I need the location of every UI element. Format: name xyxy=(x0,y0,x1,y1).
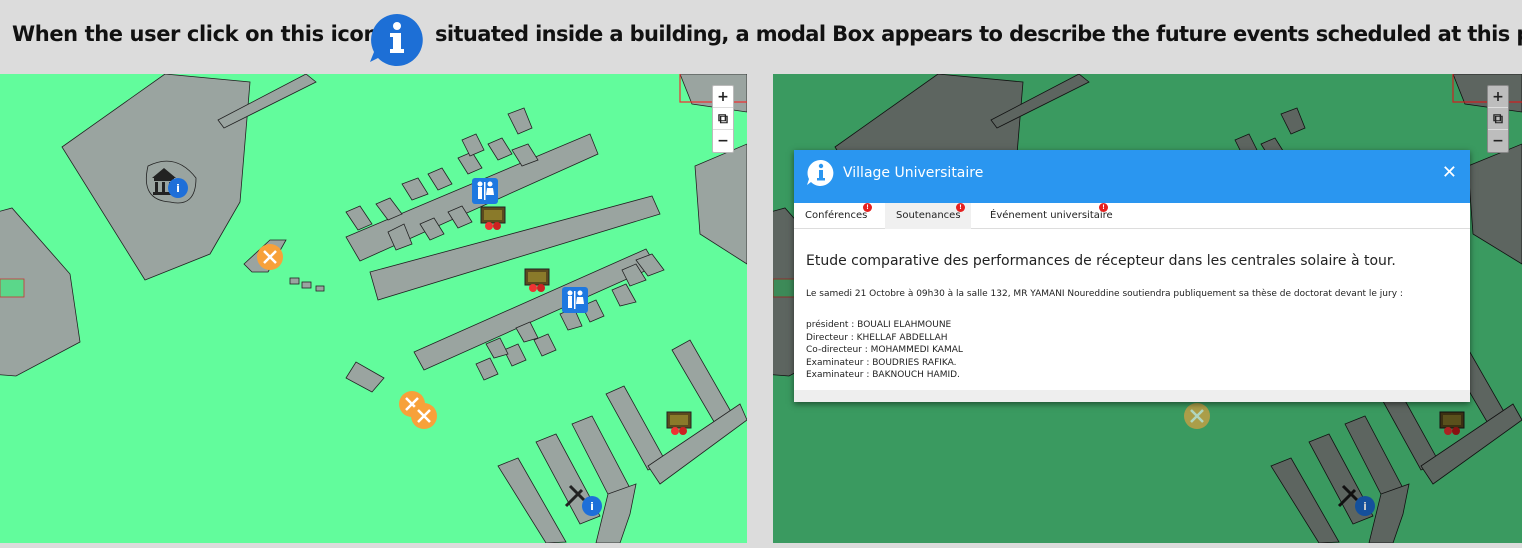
info-bubble-icon xyxy=(370,14,423,66)
zoom-control-dimmed: + ⧉ − xyxy=(1487,85,1509,153)
toilets-icon[interactable] xyxy=(472,178,498,204)
notification-badge: ! xyxy=(863,203,872,212)
map-view-before[interactable]: i i + ⧉ − xyxy=(0,74,747,543)
zoom-control: + ⧉ − xyxy=(712,85,734,153)
caption-text-before: When the user click on this icone xyxy=(12,22,392,46)
event-intro: Le samedi 21 Octobre à 09h30 à la salle … xyxy=(806,289,1403,299)
notification-badge: ! xyxy=(1099,203,1108,212)
modal-body: Etude comparative des performances de ré… xyxy=(794,229,1470,382)
toilets-icon-2[interactable] xyxy=(562,287,588,313)
notification-badge: ! xyxy=(956,203,965,212)
svg-text:i: i xyxy=(1363,500,1367,513)
zoom-out-button[interactable]: − xyxy=(713,130,733,152)
jury-member: Directeur : KHELLAF ABDELLAH xyxy=(806,332,948,343)
zoom-in-button[interactable]: + xyxy=(713,86,733,108)
restaurant-icon-dimmed xyxy=(1184,403,1210,429)
svg-text:i: i xyxy=(176,182,180,195)
classroom-icon-2[interactable] xyxy=(524,268,550,294)
tab-conferences-label: Conférences xyxy=(805,210,868,221)
info-bubble-icon xyxy=(807,159,834,186)
jury-member: Co-directeur : MOHAMMEDI KAMAL xyxy=(806,345,963,355)
jury-list: président : BOUALI ELAHMOUNE Directeur :… xyxy=(806,319,1458,382)
tab-soutenances-label: Soutenances xyxy=(896,210,961,221)
zoom-out-button[interactable]: − xyxy=(1488,130,1508,152)
close-icon[interactable]: ✕ xyxy=(1442,162,1457,183)
lab-info-icon[interactable]: i xyxy=(562,482,604,518)
modal-title: Village Universitaire xyxy=(843,165,984,181)
classroom-icon[interactable] xyxy=(480,206,506,232)
tab-evenement-label: Événement universitaire xyxy=(990,210,1113,221)
jury-member: Examinateur : BOUDRIES RAFIKA. xyxy=(806,357,957,368)
museum-icon[interactable]: i xyxy=(150,164,196,200)
svg-text:i: i xyxy=(590,500,594,513)
modal-footer xyxy=(794,390,1470,402)
restaurant-icon-3[interactable] xyxy=(410,402,438,430)
event-heading: Etude comparative des performances de ré… xyxy=(806,253,1396,269)
tab-soutenances[interactable]: Soutenances ! xyxy=(885,203,971,229)
classroom-icon-3[interactable] xyxy=(666,411,692,437)
map-view-with-modal[interactable]: i + ⧉ − Village Universitaire ✕ Conféren… xyxy=(773,74,1522,543)
lab-info-icon-dimmed: i xyxy=(1337,484,1375,516)
jury-member: Examinateur : BAKNOUCH HAMID. xyxy=(806,370,960,380)
modal-tabs: Conférences ! Soutenances ! Événement un… xyxy=(794,203,1470,229)
modal-header: Village Universitaire ✕ xyxy=(794,150,1470,203)
event-modal: Village Universitaire ✕ Conférences ! So… xyxy=(794,150,1470,402)
campus-map xyxy=(0,74,747,543)
zoom-in-button[interactable]: + xyxy=(1488,86,1508,108)
fullscreen-button[interactable]: ⧉ xyxy=(1488,108,1508,130)
tab-conferences[interactable]: Conférences ! xyxy=(794,203,877,229)
fullscreen-button[interactable]: ⧉ xyxy=(713,108,733,130)
jury-member: président : BOUALI ELAHMOUNE xyxy=(806,320,952,330)
caption-bar: When the user click on this icone situat… xyxy=(0,0,1522,74)
restaurant-icon[interactable] xyxy=(256,243,284,271)
caption-text-after: situated inside a building, a modal Box … xyxy=(435,22,1522,46)
tab-evenement-universitaire[interactable]: Événement universitaire ! xyxy=(979,203,1123,229)
classroom-icon-dimmed xyxy=(1439,411,1465,435)
